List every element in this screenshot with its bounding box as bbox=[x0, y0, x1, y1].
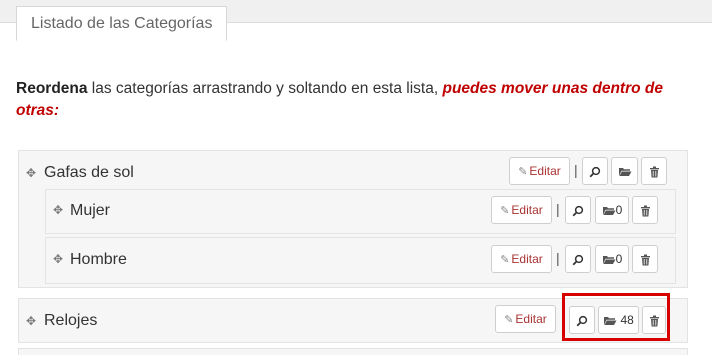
move-icon[interactable]: ✥ bbox=[26, 166, 36, 180]
edit-button[interactable]: ✎ Editar bbox=[509, 157, 570, 185]
view-button[interactable] bbox=[565, 245, 591, 273]
edit-label: Editar bbox=[529, 164, 561, 178]
instructions-bold: Reordena bbox=[16, 80, 88, 97]
edit-button[interactable]: ✎ Editar bbox=[495, 305, 556, 333]
edit-button[interactable]: ✎ Editar bbox=[491, 245, 552, 273]
trash-icon bbox=[640, 254, 650, 266]
delete-button[interactable] bbox=[632, 245, 658, 273]
separator: | bbox=[556, 250, 560, 266]
folder-open-icon bbox=[602, 256, 616, 265]
pencil-icon: ✎ bbox=[500, 254, 510, 266]
products-button[interactable]: 0 bbox=[595, 196, 629, 224]
trash-icon bbox=[640, 205, 650, 217]
folder-open-icon bbox=[618, 168, 631, 177]
view-button[interactable] bbox=[565, 196, 591, 224]
pencil-icon: ✎ bbox=[518, 166, 528, 178]
pencil-icon: ✎ bbox=[504, 314, 514, 326]
edit-label: Editar bbox=[515, 312, 547, 326]
products-button[interactable]: 0 bbox=[595, 245, 629, 273]
move-icon[interactable]: ✥ bbox=[53, 203, 63, 217]
product-count: 0 bbox=[615, 203, 623, 217]
edit-button[interactable]: ✎ Editar bbox=[491, 196, 552, 224]
edit-label: Editar bbox=[511, 203, 543, 217]
category-name: Relojes bbox=[44, 312, 98, 329]
separator: | bbox=[556, 201, 560, 217]
products-button[interactable] bbox=[611, 157, 638, 185]
search-icon bbox=[589, 166, 601, 178]
move-icon[interactable]: ✥ bbox=[53, 252, 63, 266]
trash-icon bbox=[649, 166, 659, 178]
product-count: 0 bbox=[615, 252, 623, 266]
edit-label: Editar bbox=[511, 252, 543, 266]
category-name: Gafas de sol bbox=[44, 164, 134, 181]
pencil-icon: ✎ bbox=[500, 205, 510, 217]
search-icon bbox=[572, 254, 584, 266]
instructions-body: las categorías arrastrando y soltando en… bbox=[87, 80, 443, 97]
tab-categories-list[interactable]: Listado de las Categorías bbox=[16, 6, 228, 41]
category-name: Hombre bbox=[70, 251, 127, 268]
separator: | bbox=[574, 162, 578, 178]
tab-label: Listado de las Categorías bbox=[31, 15, 213, 32]
category-name: Mujer bbox=[70, 202, 111, 219]
category-item-next[interactable] bbox=[18, 348, 688, 355]
delete-button[interactable] bbox=[641, 157, 667, 185]
folder-open-icon bbox=[602, 207, 616, 216]
annotation-highlight-box bbox=[562, 293, 670, 341]
search-icon bbox=[572, 205, 584, 217]
view-button[interactable] bbox=[582, 157, 608, 185]
instructions-text: Reordena las categorías arrastrando y so… bbox=[16, 78, 706, 122]
delete-button[interactable] bbox=[632, 196, 658, 224]
move-icon[interactable]: ✥ bbox=[26, 314, 36, 328]
